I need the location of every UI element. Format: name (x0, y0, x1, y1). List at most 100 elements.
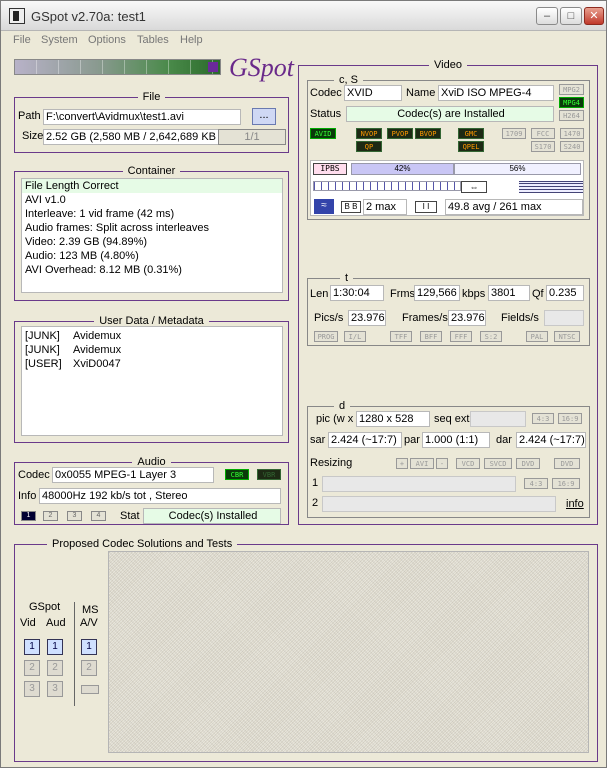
ms-av-blank-button[interactable] (81, 685, 99, 694)
container-line: Audio frames: Split across interleaves (25, 222, 210, 234)
browse-button[interactable]: ... (252, 108, 276, 125)
resize-row-2-label: 2 (312, 497, 319, 509)
gspot-logo: GSpot (229, 53, 294, 82)
pic-label: pic (w x (316, 413, 354, 425)
frms-label: Frms (390, 288, 416, 300)
ii-indicator: I I (415, 201, 437, 213)
menu-bar: File System Options Tables Help (1, 32, 606, 50)
maximize-button[interactable]: □ (560, 7, 582, 25)
h264-flag: H264 (559, 110, 584, 121)
gspot-vid-3-button[interactable]: 3 (24, 681, 40, 697)
audio-stream-tab-2[interactable]: 2 (43, 511, 58, 521)
minimize-button[interactable]: – (536, 7, 558, 25)
userdata-value: Avidemux (73, 330, 122, 342)
xvid-icon: ≈ (314, 199, 334, 214)
dimension-subgroup-title: d (334, 400, 351, 412)
path-field[interactable]: F:\convert\Avidmux\test1.avi (43, 109, 241, 125)
file-group: File Path F:\convert\Avidmux\test1.avi .… (14, 91, 289, 153)
aud-label: Aud (46, 617, 66, 629)
gspot-aud-1-button[interactable]: 1 (47, 639, 63, 655)
video-group: Video c, S Codec XVID Name XviD ISO MPEG… (298, 59, 598, 525)
bframes-field: 2 max (363, 199, 407, 215)
pic-field: 1280 x 528 (356, 411, 430, 427)
resize-avi-button[interactable]: AVI (410, 458, 434, 469)
time-subgroup-title: t (340, 272, 354, 284)
resize-row-1-field (322, 476, 516, 492)
vbr-flag: VBR (257, 469, 281, 480)
proposed-group: Proposed Codec Solutions and Tests GSpot… (14, 538, 598, 762)
ratio-4-3-flag: 4:3 (532, 413, 554, 424)
video-codec-label: Codec (310, 87, 342, 99)
kbps-field: 3801 (488, 285, 530, 301)
qpel-flag: QPEL (458, 141, 484, 152)
sar-label: sar (310, 434, 326, 446)
resize-row-2-field (322, 496, 556, 512)
resize-plus-button[interactable]: + (396, 458, 408, 469)
menu-system[interactable]: System (41, 34, 78, 46)
userdata-tag: [JUNK] (25, 344, 60, 356)
qp-flag: QP (356, 141, 382, 152)
pal-flag: PAL (526, 331, 548, 342)
audio-codec-label: Codec (18, 469, 50, 481)
proposed-group-title: Proposed Codec Solutions and Tests (47, 538, 238, 550)
gspot-label: GSpot (29, 601, 61, 613)
menu-help[interactable]: Help (180, 34, 203, 46)
gspot-vid-1-button[interactable]: 1 (24, 639, 40, 655)
av-label: A/V (80, 617, 98, 629)
dar-field: 2.424 (~17:7) (516, 432, 586, 448)
gspot-vid-2-button[interactable]: 2 (24, 660, 40, 676)
time-subgroup: t Len 1:30:04 Frms 129,566 kbps 3801 Qf … (307, 272, 590, 346)
ratio-16-9-flag: 16:9 (558, 413, 582, 424)
resize-vcd-button[interactable]: VCD (456, 458, 480, 469)
bff-flag: BFF (420, 331, 442, 342)
avid-flag: AVID (310, 128, 336, 139)
file-group-title: File (137, 91, 166, 103)
bvop-flag: BVOP (415, 128, 441, 139)
video-status-label: Status (310, 108, 342, 120)
userdata-box: [JUNK] Avidemux [JUNK] Avidemux [USER] XviD… (21, 326, 283, 436)
audio-stream-tab-1[interactable]: 1 (21, 511, 36, 521)
flag-s170: S170 (531, 141, 555, 152)
fields-field (544, 310, 584, 326)
flag-fcc: FCC (531, 128, 555, 139)
close-button[interactable]: ✕ (584, 7, 604, 25)
seqext-field (470, 411, 526, 427)
codec-subgroup: c, S Codec XVID Name XviD ISO MPEG-4 MPG… (307, 74, 590, 220)
resize-minus-button[interactable]: - (436, 458, 448, 469)
resize-dvd2-button[interactable]: DVD (554, 458, 580, 469)
ms-av-2-button[interactable]: 2 (81, 660, 97, 676)
frames-field: 23.976 (448, 310, 486, 326)
info-link[interactable]: info (566, 498, 584, 510)
mpg2-flag: MPG2 (559, 84, 584, 95)
file-counter: 1/1 (218, 129, 286, 145)
gspot-aud-2-button[interactable]: 2 (47, 660, 63, 676)
flag-1709: 1709 (502, 128, 526, 139)
bframe-bar-56: 56% (454, 163, 581, 175)
video-codec-field: XVID (344, 85, 402, 101)
audio-stream-tab-4[interactable]: 4 (91, 511, 106, 521)
bframe-bar-42: 42% (351, 163, 454, 175)
il-flag: I/L (344, 331, 366, 342)
menu-options[interactable]: Options (88, 34, 126, 46)
par-label: par (404, 434, 420, 446)
audio-info-field: 48000Hz 192 kb/s tot , Stereo (39, 488, 281, 504)
vid-label: Vid (20, 617, 36, 629)
frame-sequence-strip (313, 181, 461, 191)
nvop-flag: NVOP (356, 128, 382, 139)
video-name-field: XviD ISO MPEG-4 (438, 85, 554, 101)
title-bar: GSpot v2.70a: test1 – □ ✕ (1, 1, 606, 31)
container-line: Video: 2.39 GB (94.89%) (25, 236, 148, 248)
container-line: Interleave: 1 vid frame (42 ms) (25, 208, 175, 220)
userdata-tag: [JUNK] (25, 330, 60, 342)
dimension-subgroup: d pic (w x 1280 x 528 seq ext 4:3 16:9 s… (307, 400, 590, 518)
ipbs-indicator: IPBS (313, 163, 347, 175)
resize-dvd-button[interactable]: DVD (516, 458, 540, 469)
menu-tables[interactable]: Tables (137, 34, 169, 46)
resize-svcd-button[interactable]: SVCD (484, 458, 512, 469)
size-field: 2.52 GB (2,580 MB / 2,642,689 KB / 2,7 (43, 129, 239, 145)
ms-av-1-button[interactable]: 1 (81, 639, 97, 655)
audio-stream-tab-3[interactable]: 3 (67, 511, 82, 521)
gspot-aud-3-button[interactable]: 3 (47, 681, 63, 697)
menu-file[interactable]: File (13, 34, 31, 46)
userdata-tag: [USER] (25, 358, 62, 370)
